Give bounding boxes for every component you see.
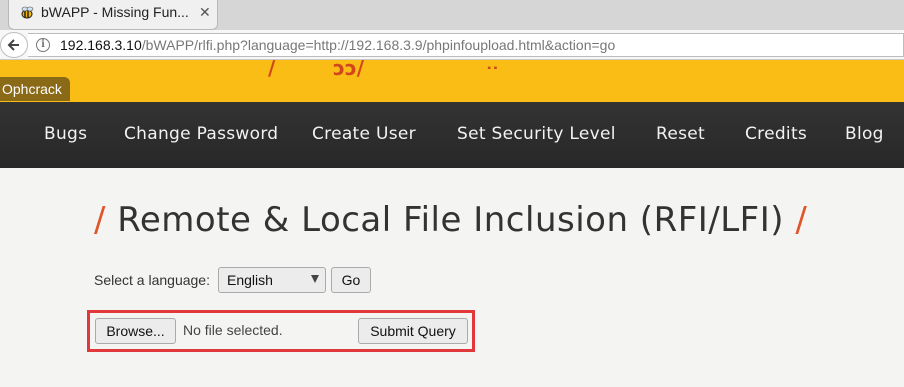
menu-item-blog[interactable]: Blog xyxy=(845,124,884,144)
menu-item-credits[interactable]: Credits xyxy=(745,124,807,144)
chevron-down-icon xyxy=(311,275,319,283)
file-status-text: No file selected. xyxy=(183,322,283,338)
page-title: / Remote & Local File Inclusion (RFI/LFI… xyxy=(94,200,807,240)
language-select[interactable]: English xyxy=(218,267,326,293)
bee-favicon-icon xyxy=(19,5,35,21)
menu-item-reset[interactable]: Reset xyxy=(656,124,705,144)
url-text[interactable]: 192.168.3.10/bWAPP/rlfi.php?language=htt… xyxy=(60,37,615,53)
browse-button[interactable]: Browse... xyxy=(95,318,176,344)
language-selected-value: English xyxy=(227,272,273,288)
site-header: / ɔɔ/ ᐧᐧ Ophcrack xyxy=(0,60,904,102)
menu-item-bugs[interactable]: Bugs xyxy=(44,124,87,144)
logo-fragment: / xyxy=(268,60,276,80)
url-path: /bWAPP/rlfi.php?language=http://192.168.… xyxy=(141,37,616,53)
browser-tab-strip: bWAPP - Missing Fun... ✕ xyxy=(0,0,904,30)
submit-query-button[interactable]: Submit Query xyxy=(358,318,468,344)
browser-navbar: i 192.168.3.10/bWAPP/rlfi.php?language=h… xyxy=(0,30,904,60)
browser-tab[interactable]: bWAPP - Missing Fun... ✕ xyxy=(8,0,218,30)
url-bar[interactable]: i 192.168.3.10/bWAPP/rlfi.php?language=h… xyxy=(28,33,904,57)
go-button[interactable]: Go xyxy=(331,267,371,293)
menu-item-change-password[interactable]: Change Password xyxy=(124,124,278,144)
back-arrow-icon xyxy=(7,39,19,51)
tab-close-icon[interactable]: ✕ xyxy=(199,4,211,21)
back-button[interactable] xyxy=(0,32,28,58)
menu-item-set-security-level[interactable]: Set Security Level xyxy=(457,124,616,144)
main-menu: Bugs Change Password Create User Set Sec… xyxy=(0,102,904,168)
title-slash-left: / xyxy=(94,200,106,240)
logo-fragment: ᐧᐧ xyxy=(486,60,499,80)
site-info-icon[interactable]: i xyxy=(36,38,50,52)
url-host: 192.168.3.10 xyxy=(60,37,142,53)
menu-item-create-user[interactable]: Create User xyxy=(312,124,416,144)
bookmark-ophcrack[interactable]: Ophcrack xyxy=(0,77,70,101)
title-slash-right: / xyxy=(795,200,808,240)
logo-fragment: ɔɔ/ xyxy=(333,60,365,80)
page-title-text: Remote & Local File Inclusion (RFI/LFI) xyxy=(117,200,785,240)
language-label: Select a language: xyxy=(94,272,210,288)
tab-title: bWAPP - Missing Fun... xyxy=(41,4,189,20)
